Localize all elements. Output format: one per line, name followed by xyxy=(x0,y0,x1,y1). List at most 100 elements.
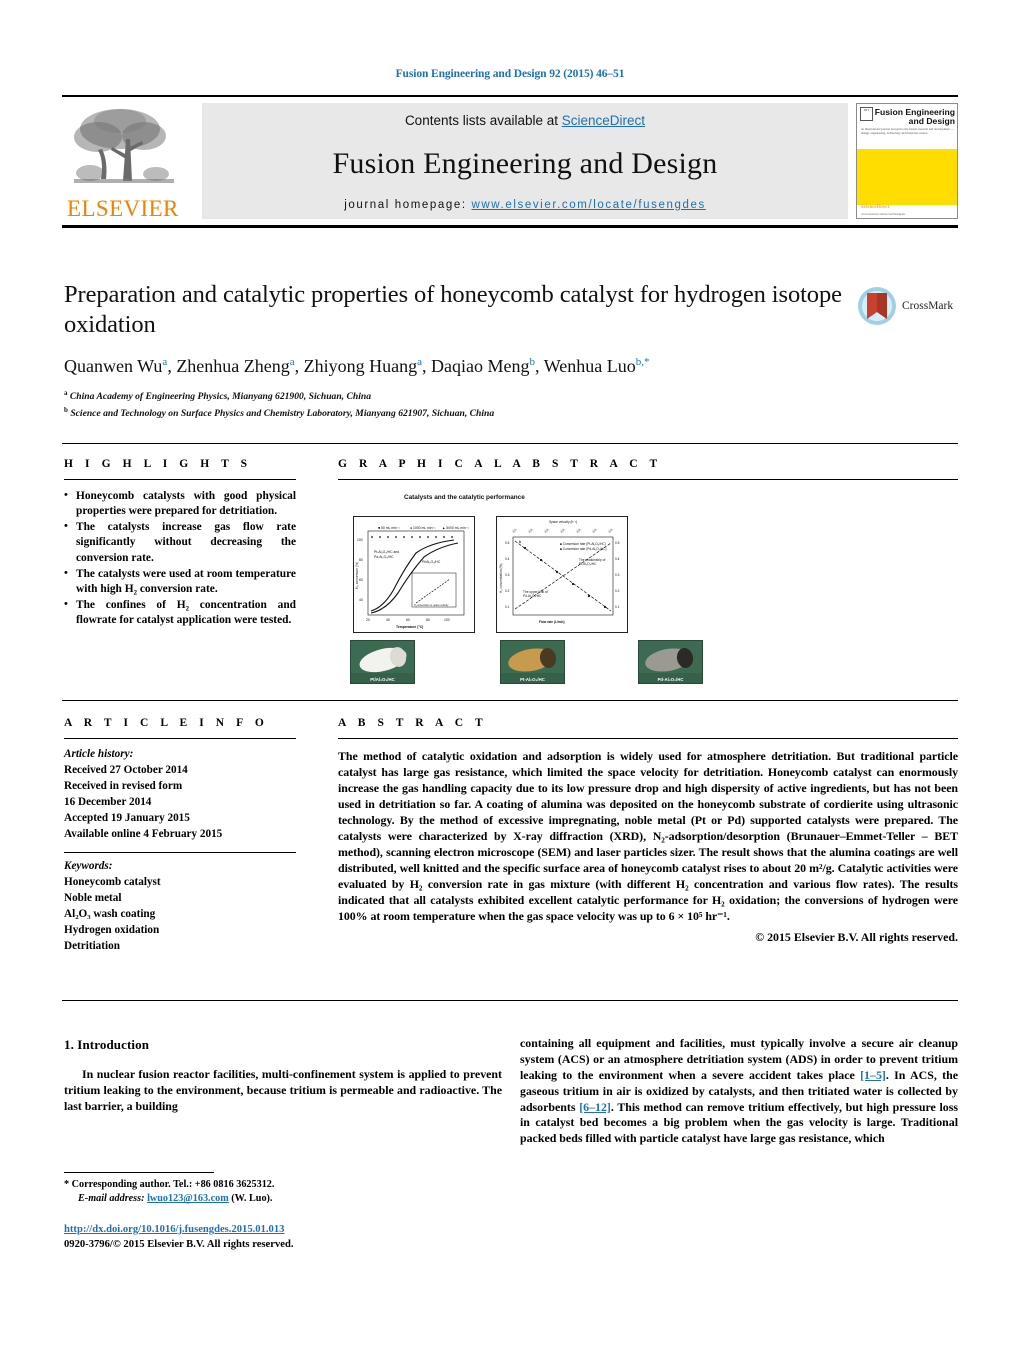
svg-text:▲ 5000 mL min⁻¹: ▲ 5000 mL min⁻¹ xyxy=(442,526,470,530)
homepage-prefix: journal homepage: xyxy=(344,199,472,211)
svg-text:0.2: 0.2 xyxy=(505,589,510,593)
plot-right-svg: Space velocity (h⁻¹) 10⁴ 10⁵ 10⁵ 10⁵ 10⁵… xyxy=(499,520,620,624)
svg-text:Pt-Al₂O₃/HC and: Pt-Al₂O₃/HC and xyxy=(374,550,399,554)
graphical-abstract-figure[interactable]: Catalysts and the catalytic performance … xyxy=(338,492,958,684)
svg-text:0.3: 0.3 xyxy=(505,573,510,577)
elsevier-logo: ELSEVIER xyxy=(62,97,190,225)
running-head: Fusion Engineering and Design 92 (2015) … xyxy=(395,68,625,80)
body-column-right: containing all equipment and facilities,… xyxy=(520,1036,958,1147)
svg-text:H₂ conversion (%): H₂ conversion (%) xyxy=(355,562,359,589)
svg-text:0.5: 0.5 xyxy=(505,541,510,545)
svg-text:10⁵: 10⁵ xyxy=(575,528,582,534)
cover-color-field xyxy=(857,149,957,205)
corresponding-author-footnote: * Corresponding author. Tel.: +86 0816 3… xyxy=(64,1178,504,1207)
history-item: Accepted 19 January 2015 xyxy=(64,811,190,824)
intro-paragraph-right: containing all equipment and facilities,… xyxy=(520,1036,958,1147)
svg-text:80: 80 xyxy=(426,618,430,622)
svg-text:0.1: 0.1 xyxy=(505,605,510,609)
history-item: 16 December 2014 xyxy=(64,795,152,808)
abstract-text: The method of catalytic oxidation and ad… xyxy=(338,749,958,923)
svg-text:0.1: 0.1 xyxy=(615,605,620,609)
svg-text:Pt/Al₂O₃/HC: Pt/Al₂O₃/HC xyxy=(422,560,441,564)
svg-text:H₂ conversion vs. space veloci: H₂ conversion vs. space velocity xyxy=(414,604,449,607)
figure-title: Catalysts and the catalytic performance xyxy=(404,494,525,501)
affiliations: a China Academy of Engineering Physics, … xyxy=(64,388,844,421)
document-footer: http://dx.doi.org/10.1016/j.fusengdes.20… xyxy=(64,1222,504,1253)
sciencedirect-link[interactable]: ScienceDirect xyxy=(562,113,645,128)
keyword-item: Hydrogen oxidation xyxy=(64,924,160,937)
catalyst-photo-1: Pt/Al₂O₃/HC xyxy=(350,640,415,684)
citation-ref-6-12[interactable]: [6–12] xyxy=(579,1100,611,1114)
highlights-heading: H I G H L I G H T S xyxy=(64,458,252,470)
keywords-divider xyxy=(64,852,296,854)
article-info-section: A R T I C L E I N F O Article history: R… xyxy=(64,717,296,955)
svg-text:100: 100 xyxy=(357,538,363,542)
svg-text:0.3: 0.3 xyxy=(615,573,620,577)
corresponding-marker: * xyxy=(64,1179,70,1190)
masthead-center-panel: Contents lists available at ScienceDirec… xyxy=(202,103,848,219)
email-suffix: (W. Luo). xyxy=(231,1193,273,1205)
email-link[interactable]: lwuo123@163.com xyxy=(147,1193,229,1204)
svg-text:100: 100 xyxy=(444,618,450,622)
journal-article-page: Fusion Engineering and Design 92 (2015) … xyxy=(0,0,1020,1351)
title-block: Preparation and catalytic properties of … xyxy=(64,280,844,422)
doi-link[interactable]: http://dx.doi.org/10.1016/j.fusengdes.20… xyxy=(64,1224,284,1235)
catalyst-photo-3: Pd-Al₂O₃/HC xyxy=(638,640,703,684)
svg-text:Flow rate (L/min): Flow rate (L/min) xyxy=(539,620,565,624)
list-item: The catalysts increase gas flow rate sig… xyxy=(64,519,296,565)
issn-copyright-line: 0920-3796/© 2015 Elsevier B.V. All right… xyxy=(64,1239,294,1251)
graphical-abstract-section: G R A P H I C A L A B S T R A C T Cataly… xyxy=(338,458,958,684)
article-history-label: Article history: xyxy=(64,748,134,760)
svg-text:H₂ concentration (%): H₂ concentration (%) xyxy=(499,564,503,593)
crossmark-badge[interactable]: CrossMark xyxy=(857,283,957,329)
journal-cover-thumbnail[interactable]: INT Fusion Engineering and Design an Int… xyxy=(856,103,958,219)
svg-text:10⁴: 10⁴ xyxy=(511,528,518,534)
email-label: E-mail address: xyxy=(78,1193,145,1205)
svg-text:60: 60 xyxy=(359,578,363,582)
svg-text:■ 50 mL min⁻¹: ■ 50 mL min⁻¹ xyxy=(378,526,400,530)
conversion-vs-temperature-plot: ■ 50 mL min⁻¹ ● 1000 mL min⁻¹ ▲ 5000 mL … xyxy=(353,516,475,633)
catalyst-photo-2: Pt-Al₂O₃/HC xyxy=(500,640,565,684)
svg-text:Pd-Al₂O₃/HC: Pd-Al₂O₃/HC xyxy=(523,594,542,598)
journal-homepage-link[interactable]: www.elsevier.com/locate/fusengdes xyxy=(471,199,705,211)
keyword-item: Honeycomb catalyst xyxy=(64,876,161,889)
svg-text:40: 40 xyxy=(386,618,390,622)
abstract-rule xyxy=(338,738,958,739)
svg-text:b: b xyxy=(519,540,521,544)
svg-text:■ Conversion rate (Pt-Al₂O₃/HC: ■ Conversion rate (Pt-Al₂O₃/HC) xyxy=(560,542,606,546)
highlights-rule xyxy=(64,479,296,480)
corresponding-line: * Corresponding author. Tel.: +86 0816 3… xyxy=(64,1178,504,1192)
svg-text:10⁵: 10⁵ xyxy=(559,528,566,534)
catalyst-photo-1-caption: Pt/Al₂O₃/HC xyxy=(370,677,395,682)
author-list: Quanwen Wua, Zhenhua Zhenga, Zhiyong Hua… xyxy=(64,355,650,376)
article-history-block: Article history: Received 27 October 201… xyxy=(64,747,296,842)
contents-list-line: Contents lists available at ScienceDirec… xyxy=(405,113,645,128)
svg-text:● 1000 mL min⁻¹: ● 1000 mL min⁻¹ xyxy=(410,526,436,530)
article-info-rule xyxy=(64,738,296,739)
crossmark-label: CrossMark xyxy=(902,300,954,312)
cover-foot-url: www.elsevier.com/locate/fusengdes xyxy=(861,211,906,216)
abstract-heading: A B S T R A C T xyxy=(338,717,488,729)
citation-ref-1-5[interactable]: [1–5] xyxy=(860,1068,886,1082)
cover-footer: ScienceDirect www.elsevier.com/locate/fu… xyxy=(861,205,905,216)
keywords-block: Keywords: Honeycomb catalyst Noble metal… xyxy=(64,859,296,954)
journal-masthead: ELSEVIER Contents lists available at Sci… xyxy=(62,95,958,228)
journal-title: Fusion Engineering and Design xyxy=(332,146,718,180)
graphical-abstract-rule xyxy=(338,479,958,480)
affiliation-b: b Science and Technology on Surface Phys… xyxy=(64,405,495,420)
corresponding-text: Corresponding author. Tel.: +86 0816 362… xyxy=(71,1179,275,1190)
history-item: Available online 4 February 2015 xyxy=(64,827,223,840)
cover-badge-icon: INT xyxy=(860,107,873,121)
divider-above-article-info xyxy=(62,700,958,701)
elsevier-tree-icon xyxy=(74,109,174,183)
plot-left-svg: ■ 50 mL min⁻¹ ● 1000 mL min⁻¹ ▲ 5000 mL … xyxy=(355,526,470,629)
keyword-item: Noble metal xyxy=(64,892,122,905)
svg-text:10⁵: 10⁵ xyxy=(543,528,550,534)
svg-text:80: 80 xyxy=(359,558,363,562)
svg-text:0.4: 0.4 xyxy=(615,557,620,561)
svg-text:10⁵: 10⁵ xyxy=(527,528,534,534)
page-title: Preparation and catalytic properties of … xyxy=(64,281,842,338)
highlights-list: Honeycomb catalysts with good physical p… xyxy=(64,488,296,628)
list-item: The catalysts were used at room temperat… xyxy=(64,566,296,597)
svg-text:■ Conversion rate (Pd-Al₂O₃/HC: ■ Conversion rate (Pd-Al₂O₃/HC) xyxy=(560,547,607,551)
